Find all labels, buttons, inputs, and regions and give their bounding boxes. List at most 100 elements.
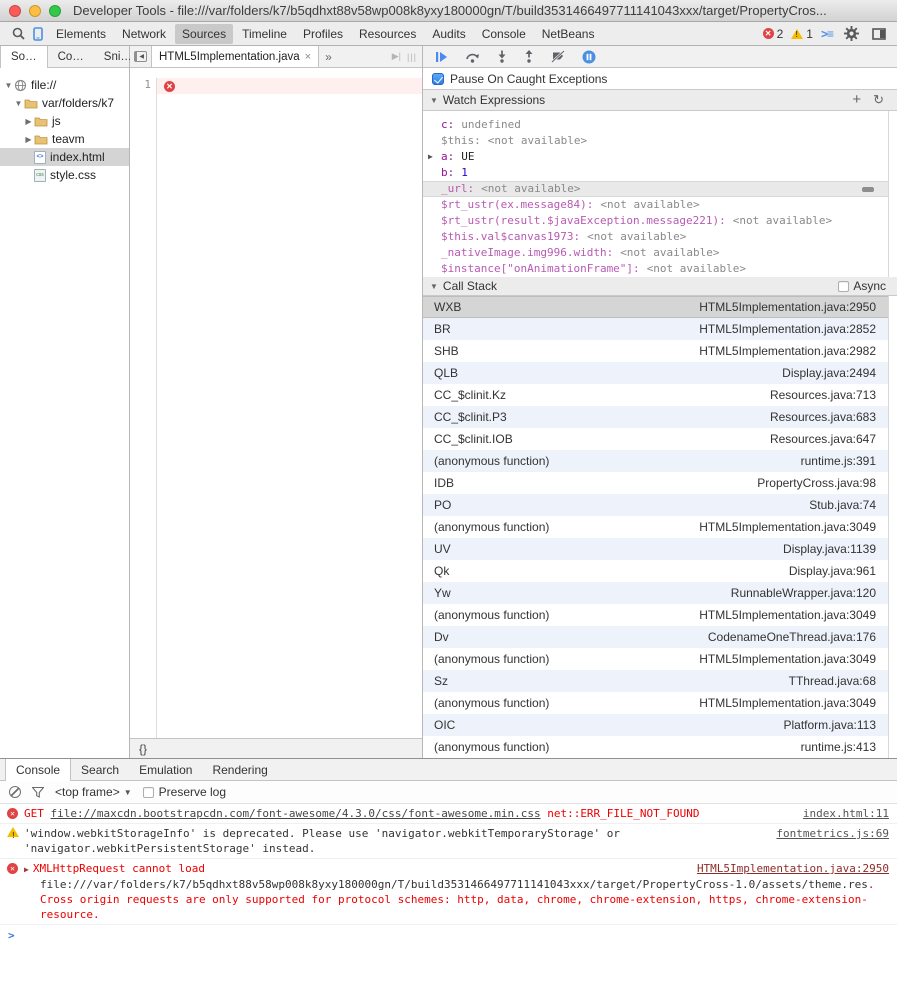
frame-context-select[interactable]: <top frame> ▼ [55, 785, 132, 799]
frame-location[interactable]: Display.java:2494 [782, 366, 876, 380]
panel-tab[interactable]: Audits [425, 24, 472, 44]
frame-location[interactable]: runtime.js:391 [801, 454, 876, 468]
frame-location[interactable]: HTML5Implementation.java:3049 [699, 608, 876, 622]
frame-location[interactable]: Stub.java:74 [809, 498, 876, 512]
call-stack-frame[interactable]: (anonymous function) HTML5Implementation… [423, 648, 888, 670]
close-window-button[interactable] [9, 5, 21, 17]
panel-tab[interactable]: Resources [352, 24, 423, 44]
frame-location[interactable]: Platform.java:113 [784, 718, 877, 732]
resource-link[interactable]: file://maxcdn.bootstrapcdn.com/font-awes… [51, 807, 541, 820]
settings-gear-icon[interactable] [841, 25, 861, 43]
watch-expression-row[interactable]: ▶a:UE [423, 149, 888, 165]
call-stack-frame[interactable]: CC_$clinit.IOB Resources.java:647 [423, 428, 888, 450]
panel-tab[interactable]: Elements [49, 24, 113, 44]
hide-navigator-button[interactable]: ◀ [130, 46, 152, 67]
console-tab[interactable]: Emulation [129, 759, 202, 780]
panel-tab[interactable]: Profiles [296, 24, 350, 44]
watch-expression-row[interactable]: ▶$rt_ustr(ex.message84):<not available> [423, 197, 888, 213]
call-stack-frame[interactable]: (anonymous function) runtime.js:391 [423, 450, 888, 472]
frame-location[interactable]: HTML5Implementation.java:2982 [699, 344, 876, 358]
chevron-right-icon[interactable]: ▶ [23, 135, 34, 144]
run-snippet-icon[interactable]: ▶| [392, 51, 401, 62]
line-number-gutter[interactable]: 1 [130, 78, 157, 738]
filter-icon[interactable] [32, 787, 44, 798]
pause-on-exceptions-button[interactable] [582, 49, 596, 65]
console-prompt[interactable]: > [0, 925, 897, 946]
clear-console-icon[interactable] [9, 786, 21, 798]
device-mode-icon[interactable] [28, 25, 48, 43]
panel-tab[interactable]: Sources [175, 24, 233, 44]
editor-file-tab[interactable]: HTML5Implementation.java × [152, 46, 319, 67]
show-console-icon[interactable]: >≡ [821, 27, 833, 41]
resume-button[interactable] [435, 49, 448, 65]
pause-on-caught-checkbox[interactable] [432, 73, 444, 85]
chevron-right-icon[interactable]: ▶ [23, 117, 34, 126]
preserve-log-row[interactable]: Preserve log [143, 785, 226, 799]
tree-item-var-folders[interactable]: ▼ var/folders/k7 [0, 94, 129, 112]
frame-location[interactable]: HTML5Implementation.java:2950 [699, 300, 876, 314]
error-badge[interactable]: ✕2 [763, 27, 784, 41]
tree-item-js[interactable]: ▶ js [0, 112, 129, 130]
navigator-tab[interactable]: So… [0, 46, 48, 68]
panel-tab[interactable]: Network [115, 24, 173, 44]
chevron-down-icon[interactable]: ▼ [3, 81, 14, 90]
call-stack-frame[interactable]: Yw RunnableWrapper.java:120 [423, 582, 888, 604]
expand-arrow-icon[interactable]: ▶ [24, 865, 29, 874]
tab-overflow-chevron[interactable]: » [319, 46, 338, 67]
call-stack-frame[interactable]: Qk Display.java:961 [423, 560, 888, 582]
warning-badge[interactable]: 1 [791, 27, 813, 41]
close-tab-icon[interactable]: × [305, 51, 311, 63]
call-stack-frame[interactable]: UV Display.java:1139 [423, 538, 888, 560]
call-stack-frame[interactable]: IDB PropertyCross.java:98 [423, 472, 888, 494]
chevron-down-icon[interactable]: ▼ [13, 99, 24, 108]
panel-tab[interactable]: Timeline [235, 24, 294, 44]
frame-location[interactable]: PropertyCross.java:98 [757, 476, 876, 490]
tree-item-teavm[interactable]: ▶ teavm [0, 130, 129, 148]
frame-location[interactable]: RunnableWrapper.java:120 [731, 586, 876, 600]
resource-path[interactable]: file:///var/folders/k7/b5qdhxt88v58wp008… [40, 878, 868, 891]
frame-location[interactable]: Resources.java:647 [770, 432, 876, 446]
panel-tab[interactable]: NetBeans [535, 24, 602, 44]
call-stack-frame[interactable]: PO Stub.java:74 [423, 494, 888, 516]
call-stack-frame[interactable]: CC_$clinit.P3 Resources.java:683 [423, 406, 888, 428]
watch-expression-row[interactable]: ▶c:undefined [423, 117, 888, 133]
call-stack-frame[interactable]: Dv CodenameOneThread.java:176 [423, 626, 888, 648]
step-out-button[interactable] [524, 49, 534, 65]
code-area[interactable]: ✕ [157, 78, 422, 738]
navigator-tab[interactable]: Co… [48, 46, 94, 67]
message-location-link[interactable]: index.html:11 [803, 806, 889, 821]
deactivate-breakpoints-button[interactable] [551, 49, 565, 65]
call-stack-frame[interactable]: Sz TThread.java:68 [423, 670, 888, 692]
call-stack-frame[interactable]: BR HTML5Implementation.java:2852 [423, 318, 888, 340]
step-over-button[interactable] [465, 49, 480, 65]
frame-location[interactable]: HTML5Implementation.java:3049 [699, 520, 876, 534]
call-stack-frame[interactable]: QLB Display.java:2494 [423, 362, 888, 384]
call-stack-frame[interactable]: (anonymous function) HTML5Implementation… [423, 604, 888, 626]
remove-watch-icon[interactable] [862, 187, 874, 192]
console-tab[interactable]: Console [5, 759, 71, 781]
watch-expression-row[interactable]: ▶b:1 [423, 165, 888, 181]
frame-location[interactable]: HTML5Implementation.java:3049 [699, 696, 876, 710]
call-stack-frame[interactable]: (anonymous function) runtime.js:413 [423, 736, 888, 758]
watch-expression-row[interactable]: ▶$rt_ustr(result.$javaException.message2… [423, 213, 888, 229]
tree-item-index-html[interactable]: <> index.html [0, 148, 129, 166]
watch-expression-row[interactable]: ▶$instance["onAnimationFrame"]:<not avai… [423, 261, 888, 277]
watch-expression-row[interactable]: ▶_url:<not available> [423, 181, 888, 197]
frame-location[interactable]: runtime.js:413 [801, 740, 876, 754]
frame-location[interactable]: HTML5Implementation.java:3049 [699, 652, 876, 666]
minimize-window-button[interactable] [29, 5, 41, 17]
call-stack-header[interactable]: ▼ Call Stack Async [423, 277, 897, 296]
call-stack-frame[interactable]: WXB HTML5Implementation.java:2950 [423, 296, 888, 318]
call-stack-frame[interactable]: SHB HTML5Implementation.java:2982 [423, 340, 888, 362]
refresh-watch-icon[interactable]: ↻ [873, 92, 884, 108]
frame-location[interactable]: Display.java:1139 [783, 542, 876, 556]
preserve-log-checkbox[interactable] [143, 787, 154, 798]
call-stack-frame[interactable]: (anonymous function) HTML5Implementation… [423, 516, 888, 538]
pause-on-caught-row[interactable]: Pause On Caught Exceptions [423, 68, 897, 90]
console-tab[interactable]: Search [71, 759, 129, 780]
call-stack-frame[interactable]: CC_$clinit.Kz Resources.java:713 [423, 384, 888, 406]
watch-expression-row[interactable]: ▶$this.val$canvas1973:<not available> [423, 229, 888, 245]
async-checkbox-row[interactable]: Async [838, 277, 886, 295]
search-icon[interactable] [8, 25, 28, 43]
line-error-icon[interactable]: ✕ [164, 81, 175, 92]
